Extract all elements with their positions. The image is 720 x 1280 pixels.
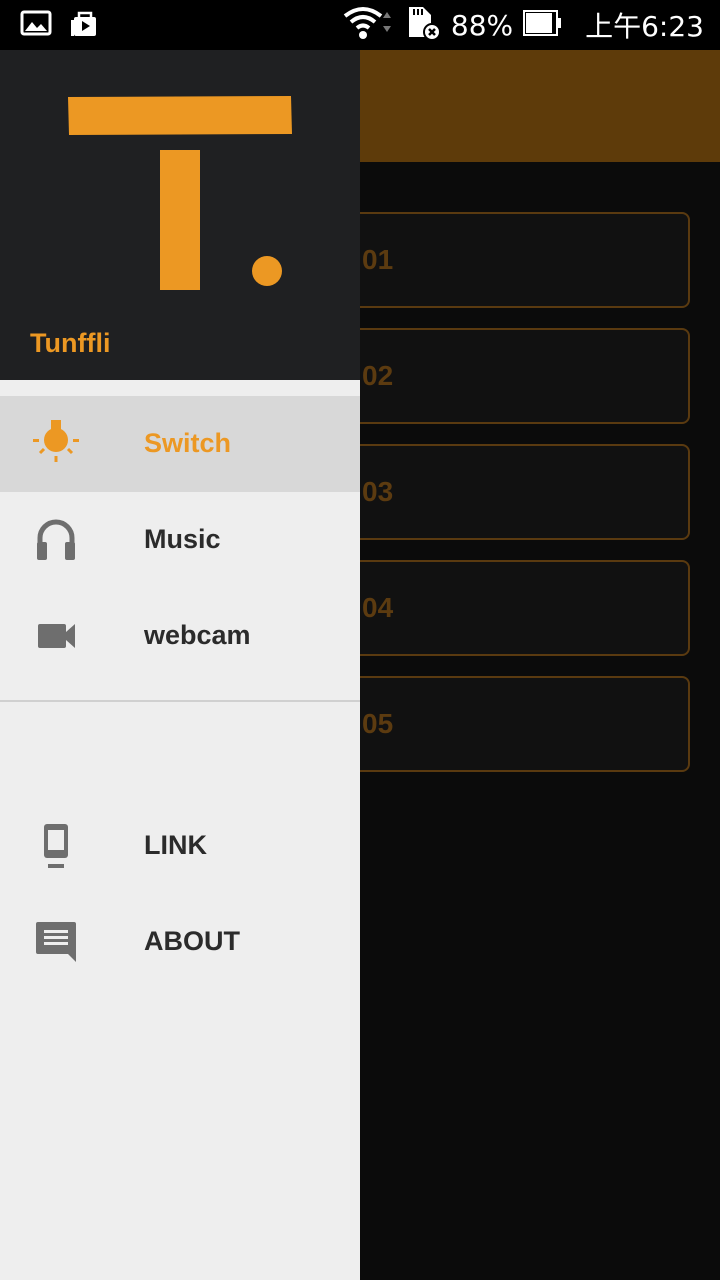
phone-icon	[30, 822, 82, 870]
status-bar: 88% 上午6:23	[0, 0, 720, 50]
menu-item-about[interactable]: ABOUT	[0, 894, 360, 990]
headphones-icon	[30, 516, 82, 564]
videocam-icon	[30, 612, 82, 660]
navigation-drawer: Tunffli Switch Music webcam LINK ABOUT	[0, 50, 360, 1280]
list-item[interactable]: 01	[330, 212, 690, 308]
list-item[interactable]: 05	[330, 676, 690, 772]
menu-item-label: webcam	[144, 620, 251, 650]
sd-card-error-icon	[405, 5, 441, 46]
menu-divider	[0, 700, 360, 702]
gallery-icon	[20, 9, 52, 44]
menu-item-label: LINK	[144, 830, 207, 860]
menu-item-label: ABOUT	[144, 926, 240, 956]
app-name: Tunffli	[30, 328, 111, 358]
menu-item-label: Music	[144, 524, 221, 554]
menu-item-webcam[interactable]: webcam	[0, 588, 360, 684]
message-icon	[30, 918, 82, 966]
list-item[interactable]: 02	[330, 328, 690, 424]
play-store-icon	[70, 9, 100, 44]
wifi-icon	[343, 6, 395, 45]
clock: 上午6:23	[585, 10, 704, 43]
battery-percent: 88%	[450, 8, 514, 42]
menu-item-label: Switch	[144, 428, 232, 458]
battery-icon	[523, 9, 563, 42]
menu-item-switch[interactable]: Switch	[0, 396, 360, 492]
drawer-header: Tunffli	[0, 50, 360, 380]
menu-item-music[interactable]: Music	[0, 492, 360, 588]
list-item[interactable]: 04	[330, 560, 690, 656]
lightbulb-icon	[30, 420, 82, 468]
menu-item-link[interactable]: LINK	[0, 798, 360, 894]
list-item[interactable]: 03	[330, 444, 690, 540]
